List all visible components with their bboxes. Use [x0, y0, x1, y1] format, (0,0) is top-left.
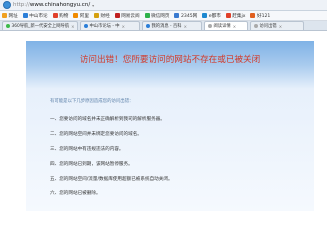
error-subheading: 有可能是以下几步原因造成您的访问出错： — [50, 99, 134, 104]
dropdown-arrow-icon[interactable]: ▾ — [92, 3, 94, 8]
bookmark-icon — [202, 13, 208, 18]
url-text[interactable]: http://www.chinahongyu.cn/ — [13, 2, 90, 8]
close-tab-icon[interactable]: × — [233, 24, 236, 29]
error-heading: 访问出错！您所要访问的网站不存在或已被关闭 — [79, 55, 261, 65]
browser-tab[interactable]: 访问出错 × — [250, 21, 304, 30]
tab-favicon-icon — [84, 24, 88, 28]
tab-favicon-icon — [254, 24, 258, 28]
bookmark-label: 赶集jx — [232, 13, 246, 19]
error-reason: 六、您的网站已被删除。 — [50, 191, 101, 196]
tab-label: 阅读详情 — [213, 24, 231, 29]
error-reason: 二、您的网站空间并未绑定您要访问的域名。 — [50, 132, 142, 137]
bookmark-icon — [225, 13, 231, 18]
bookmark-label: 财经 — [100, 13, 110, 19]
bookmark-label: e都市 — [208, 13, 221, 19]
url-scheme: http:// — [13, 2, 30, 8]
error-reason: 五、您的网站空间/流量/数据库使用超额已被系统自动关闭。 — [50, 177, 173, 182]
close-tab-icon[interactable]: × — [122, 24, 125, 29]
close-tab-icon[interactable]: × — [184, 24, 187, 29]
tab-favicon-icon — [208, 24, 212, 28]
bookmark-label: 购物 — [59, 13, 69, 19]
bookmark-item[interactable]: 中山市论 — [22, 13, 48, 19]
bookmark-item[interactable]: 阿里 — [73, 13, 89, 19]
bookmark-icon — [52, 13, 58, 18]
tab-label: 中山市论坛 - 中 — [89, 24, 120, 29]
close-tab-icon[interactable]: × — [71, 24, 74, 29]
error-panel: 访问出错！您所要访问的网站不存在或已被关闭 有可能是以下几步原因造成您的访问出错… — [26, 41, 314, 211]
url-host: www.chinahongyu.cn/ — [29, 2, 91, 8]
bookmark-icon — [144, 13, 150, 18]
page-content: 访问出错！您所要访问的网站不存在或已被关闭 有可能是以下几步原因造成您的访问出错… — [0, 31, 327, 211]
address-bar[interactable]: http://www.chinahongyu.cn/ ▾ — [0, 0, 327, 11]
browser-tab[interactable]: 360导航_新一代安全上网导航 × — [2, 21, 78, 30]
bookmark-icon — [174, 13, 180, 18]
browser-tab[interactable]: 阅读详情 × — [204, 21, 248, 30]
browser-tab[interactable]: 中山市论坛 - 中 × — [80, 21, 140, 30]
tab-favicon-icon — [146, 24, 150, 28]
bookmark-item[interactable]: 微信网页 — [144, 13, 170, 19]
tab-strip: 360导航_新一代安全上网导航 × 中山市论坛 - 中 × 我的消息 - 百科 × 阅读详情… — [0, 21, 327, 31]
tab-favicon-icon — [6, 24, 10, 28]
bookmark-item[interactable]: 财经 — [94, 13, 110, 19]
tab-label: 访问出错 — [259, 24, 277, 29]
bookmark-label: 网易云阅 — [121, 13, 140, 19]
bookmark-label: 2345网 — [180, 13, 198, 19]
bookmark-label: 网址 — [8, 13, 18, 19]
error-reason: 三、您的网站中有违规违法的内容。 — [50, 147, 124, 152]
tab-label: 360导航_新一代安全上网导航 — [11, 24, 70, 29]
bookmark-item[interactable]: 好121 — [250, 13, 270, 19]
bookmark-item[interactable]: 2345网 — [174, 13, 197, 19]
close-tab-icon[interactable]: × — [279, 24, 282, 29]
bookmark-icon — [114, 13, 120, 18]
bookmarks-bar: 网址 中山市论 购物 阿里 财经 网易云阅 微信网页 2345网 e都市 赶集jx 好121 — [0, 11, 327, 21]
bookmark-item[interactable]: 购物 — [52, 13, 69, 19]
bookmark-icon — [2, 13, 7, 18]
browser-tab[interactable]: 我的消息 - 百科 × — [142, 21, 202, 30]
bookmark-icon — [73, 13, 79, 18]
bookmark-label: 微信网页 — [151, 13, 170, 19]
bookmark-icon — [94, 13, 99, 18]
bookmark-label: 中山市论 — [29, 13, 48, 19]
tab-label: 我的消息 - 百科 — [151, 24, 182, 29]
bookmark-item[interactable]: 网址 — [2, 13, 18, 19]
bookmark-item[interactable]: 网易云阅 — [114, 13, 140, 19]
bookmark-item[interactable]: 赶集jx — [225, 13, 246, 19]
bookmark-item[interactable]: e都市 — [202, 13, 221, 19]
error-reason: 一、您要访问的域名并未正确解析到我司的解析服务器。 — [50, 117, 165, 122]
bookmark-icon — [250, 13, 256, 18]
bookmark-label: 好121 — [256, 13, 271, 19]
bookmark-icon — [22, 13, 28, 18]
globe-icon — [3, 1, 11, 9]
error-reason: 四、您的网站已到期，该网站暂停服务。 — [50, 162, 133, 167]
bookmark-label: 阿里 — [79, 13, 89, 19]
